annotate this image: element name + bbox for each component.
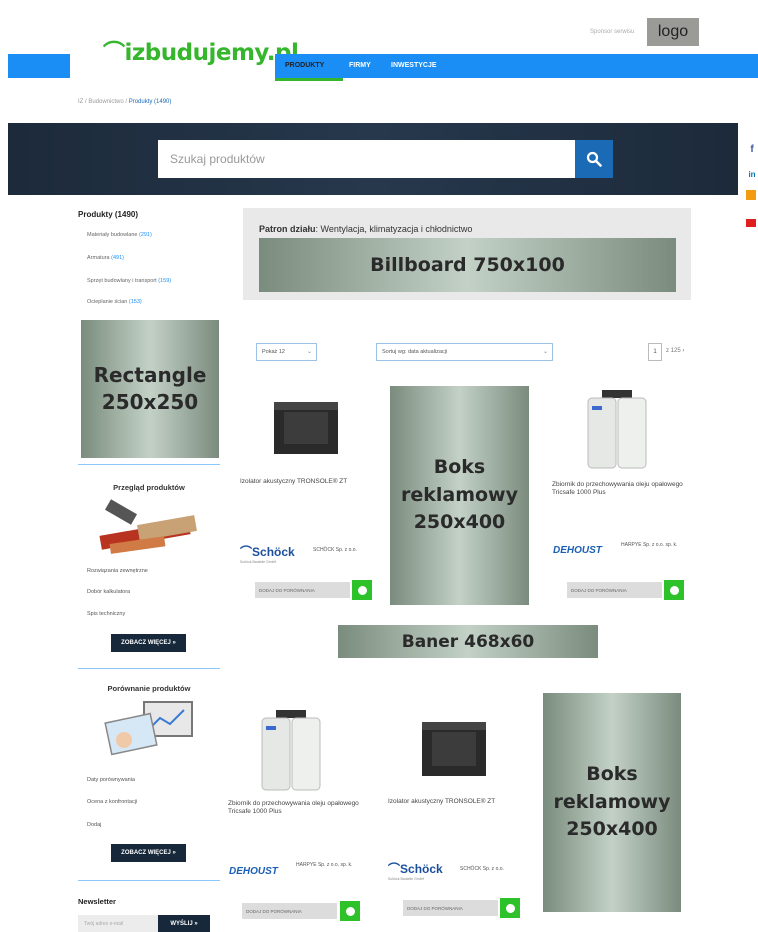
product-image (274, 402, 338, 454)
ad-boks-1[interactable]: Boks reklamowy 250x400 (390, 386, 529, 605)
compare-button[interactable]: DODAJ DO PORÓWNANIA (567, 582, 662, 598)
review-heading: Przegląd produktów (113, 483, 185, 492)
sidebar-title: Produkty (1490) (78, 210, 139, 219)
per-page-select[interactable]: Pokaż 12 ⌄ (256, 343, 317, 361)
product-image (587, 390, 647, 469)
facebook-icon[interactable]: f (746, 141, 758, 157)
product-company[interactable]: HARPYE Sp. z o.o. sp. k. (621, 542, 693, 549)
compare-more-button[interactable]: ZOBACZ WIĘCEJ » (111, 844, 186, 862)
add-compare-icon[interactable] (352, 580, 372, 600)
product-company[interactable]: SCHÖCK Sp. z o.o. (460, 866, 530, 873)
compare-button[interactable]: DODAJ DO PORÓWNANIA (255, 582, 350, 598)
review-more-button[interactable]: ZOBACZ WIĘCEJ » (111, 634, 186, 652)
sidebar-divider (78, 668, 220, 669)
main-nav: PRODUKTY FIRMY INWESTYCJE (275, 54, 758, 78)
ad-boks-2[interactable]: Boks reklamowy 250x400 (543, 693, 681, 912)
sidebar-item-materialy[interactable]: Materiały budowlane (291) (87, 232, 152, 238)
review-link[interactable]: Spis techniczny (87, 611, 125, 617)
chevron-down-icon: ⌄ (542, 349, 548, 355)
sponsor-label: Sponsor serwisu (590, 29, 635, 35)
sponsor-logo[interactable]: logo (647, 18, 699, 46)
brand-logo-schock: ⌒Schöck Schöck Bauteile GmbH (388, 862, 443, 881)
product-company[interactable]: SCHÖCK Sp. z o.o. (313, 547, 383, 554)
sidebar-divider (78, 880, 220, 881)
product-image (261, 710, 321, 791)
nav-produkty[interactable]: PRODUKTY (285, 62, 324, 69)
breadcrumb-current: Produkty (1490) (128, 99, 172, 105)
review-illustration (99, 499, 197, 554)
breadcrumb: IZ / Budownictwo / Produkty (1490) (78, 99, 171, 105)
page-count: z 125 › (666, 348, 685, 354)
patron-text: Patron działu: Wentylacja, klimatyzacja … (259, 224, 473, 234)
compare-link[interactable]: Dodaj (87, 822, 101, 828)
product-name[interactable]: Izolator akustyczny TRONSOLE® ZT (240, 478, 378, 486)
sidebar-divider (78, 464, 220, 465)
navbar-left-strip (8, 54, 70, 78)
site-logo[interactable]: ⌒izbudujemy.pl (103, 35, 299, 67)
product-name[interactable]: Zbiornik do przechowywania oleju opałowe… (552, 481, 698, 497)
breadcrumb-path[interactable]: IZ / Budownictwo / (78, 99, 129, 105)
review-link[interactable]: Dobór kalkulatora (87, 589, 130, 595)
newsletter-title: Newsletter (78, 897, 116, 906)
newsletter-submit-button[interactable]: WYŚLIJ » (158, 915, 210, 932)
youtube-icon[interactable]: yt (746, 219, 756, 227)
nav-active-indicator (275, 78, 343, 81)
nav-firmy[interactable]: FIRMY (349, 62, 371, 69)
add-compare-icon[interactable] (500, 898, 520, 918)
ad-rectangle[interactable]: Rectangle 250x250 (81, 320, 219, 458)
page-number-input[interactable]: 1 (648, 343, 662, 361)
chevron-down-icon: ⌄ (306, 349, 312, 355)
product-name[interactable]: Izolator akustyczny TRONSOLE® ZT (388, 798, 528, 806)
compare-button[interactable]: DODAJ DO PORÓWNANIA (242, 903, 337, 919)
sort-select[interactable]: Sortuj wg: data aktualizacji ⌄ (376, 343, 553, 361)
ad-baner[interactable]: Baner 468x60 (338, 625, 598, 658)
compare-illustration (104, 701, 193, 756)
brand-logo-dehoust: DEHOUST (229, 866, 278, 877)
sidebar-item-armatura[interactable]: Armatura (491) (87, 255, 124, 261)
rss-icon[interactable]: rss (746, 190, 756, 200)
product-name[interactable]: Zbiornik do przechowywania oleju opałowe… (228, 800, 376, 816)
logo-icon: ⌒ (103, 41, 125, 66)
add-compare-icon[interactable] (340, 901, 360, 921)
brand-logo-dehoust: DEHOUST (553, 545, 602, 556)
ad-billboard[interactable]: Billboard 750x100 (259, 238, 676, 292)
compare-button[interactable]: DODAJ DO PORÓWNANIA (403, 900, 498, 916)
brand-logo-schock: ⌒Schöck Schöck Bauteile GmbH (240, 545, 295, 564)
review-link[interactable]: Rozwiązania zewnętrzne (87, 568, 148, 574)
compare-link[interactable]: Daty porównywania (87, 777, 135, 783)
search-icon (586, 151, 602, 167)
linkedin-icon[interactable]: in (746, 166, 758, 182)
compare-heading: Porównanie produktów (107, 684, 191, 693)
sidebar-item-sprzet[interactable]: Sprzęt budowlany i transport (159) (87, 278, 171, 284)
add-compare-icon[interactable] (664, 580, 684, 600)
sidebar-item-ocieplanie[interactable]: Ocieplanie ścian (153) (87, 299, 142, 305)
nav-inwestycje[interactable]: INWESTYCJE (391, 62, 437, 69)
newsletter-email-input[interactable]: Twój adres e-mail (78, 915, 158, 932)
search-input[interactable]: Szukaj produktów (158, 140, 575, 178)
product-image (422, 722, 486, 776)
search-button[interactable] (575, 140, 613, 178)
product-company[interactable]: HARPYE Sp. z o.o. sp. k. (296, 862, 368, 869)
compare-link[interactable]: Ocena z konfrontacji (87, 799, 137, 805)
